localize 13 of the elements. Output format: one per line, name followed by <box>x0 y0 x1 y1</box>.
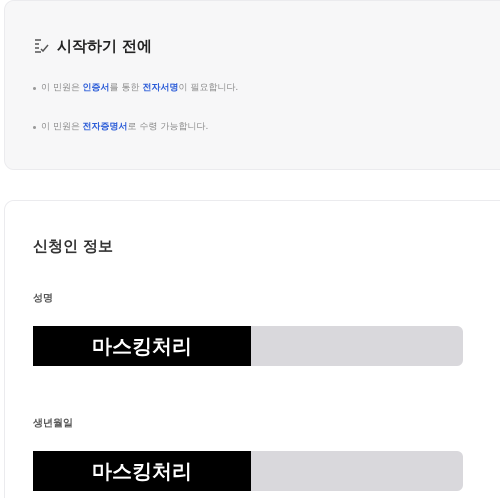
input-field[interactable] <box>251 326 463 366</box>
bullet-icon <box>33 126 36 130</box>
field-label: 생년월일 <box>33 416 74 430</box>
section-title: 신청인 정보 <box>33 236 114 257</box>
field-label: 성명 <box>33 292 54 306</box>
input-field[interactable] <box>251 450 463 490</box>
redaction-label: 마스킹처리 <box>33 326 251 366</box>
notice-title: 시작하기 전에 <box>57 36 152 57</box>
checklist-icon <box>33 38 49 54</box>
notice-item: 이 민원은 인증서를 통한 전자서명이 필요합니다. <box>41 82 238 94</box>
redaction-label: 마스킹처리 <box>33 450 251 490</box>
bullet-icon <box>33 86 36 90</box>
notice-item: 이 민원은 전자증명서로 수령 가능합니다. <box>41 121 208 134</box>
